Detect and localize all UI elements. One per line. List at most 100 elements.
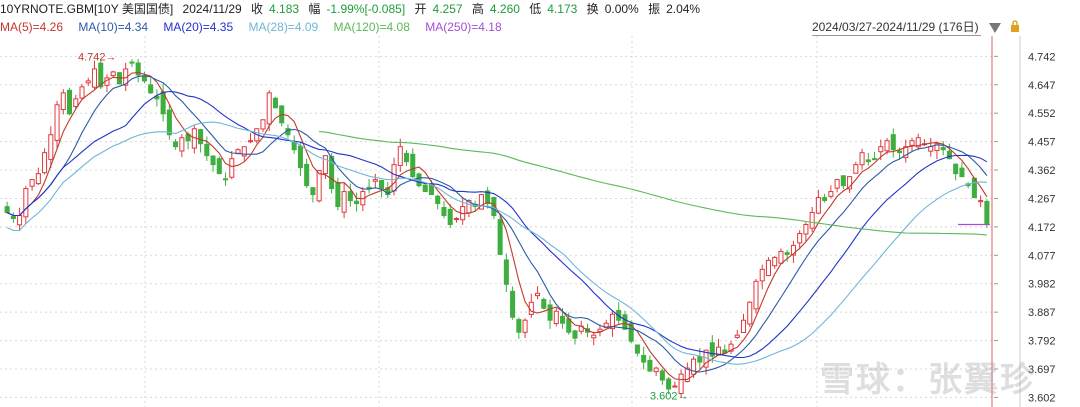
y-tick-label: 3.887	[1028, 307, 1056, 319]
candle-up	[91, 68, 98, 88]
candle-up	[772, 256, 778, 267]
watermark: 雪球：张翼珍	[820, 360, 1036, 400]
candle-down	[422, 184, 428, 193]
candle-down	[204, 143, 210, 157]
ma10-legend: MA(10)=4.34	[78, 20, 149, 34]
candle-down	[647, 359, 653, 372]
max-annotation: 4.742→	[78, 51, 117, 63]
lock-icon[interactable]	[1010, 20, 1020, 32]
quote-info-bar: 10YRNOTE.GBM[10Y 美国国债] 2024/11/29 收 4.183…	[0, 0, 1080, 18]
candle-down	[272, 97, 278, 109]
candle-down	[428, 184, 435, 196]
candle-up	[247, 140, 254, 143]
turnover-value: 0.00%	[604, 2, 639, 16]
candle-up	[672, 385, 678, 388]
candle-up	[809, 212, 815, 229]
candle-down	[497, 219, 503, 255]
change-label: 幅	[308, 2, 321, 16]
candle-down	[210, 155, 216, 166]
candle-up	[778, 250, 784, 264]
candle-down	[784, 252, 790, 255]
candle-up	[928, 146, 934, 152]
candle-up	[397, 146, 403, 166]
candle-down	[953, 163, 959, 175]
candle-down	[666, 378, 672, 390]
candle-down	[4, 206, 10, 214]
candle-down	[304, 163, 310, 187]
candle-down	[872, 158, 878, 161]
candle-down	[559, 315, 566, 324]
candle-down	[896, 150, 903, 154]
candle-down	[516, 319, 522, 333]
candle-down	[435, 195, 441, 205]
candle-down	[547, 304, 553, 321]
dropdown-arrow-icon[interactable]	[989, 23, 1001, 33]
ma-legend: MA(5)=4.26 MA(10)=4.34 MA(20)=4.35 MA(28…	[0, 18, 820, 36]
candle-down	[297, 145, 303, 169]
candle-down	[572, 330, 578, 339]
candle-down	[840, 175, 846, 187]
y-tick-label: 3.792	[1028, 336, 1056, 348]
y-tick-label: 3.982	[1028, 279, 1056, 291]
candle-up	[372, 179, 378, 182]
candle-down	[198, 129, 204, 145]
candle-down	[946, 150, 952, 160]
symbol-name: 10YRNOTE.GBM[10Y 美国国债]	[0, 2, 174, 16]
candle-up	[853, 164, 859, 174]
candle-down	[416, 173, 422, 187]
candle-up	[978, 200, 984, 203]
candle-down	[354, 200, 360, 205]
min-annotation: 3.602→	[650, 390, 689, 402]
candle-up	[48, 134, 54, 160]
ma20-legend: MA(20)=4.35	[163, 20, 234, 34]
candle-up	[834, 179, 840, 189]
candle-up	[35, 173, 41, 185]
candle-up	[110, 71, 116, 77]
candle-up	[747, 301, 753, 325]
y-tick-label: 4.267	[1028, 193, 1056, 205]
y-tick-label: 4.742	[1028, 51, 1056, 63]
candle-down	[541, 298, 547, 309]
candle-up	[884, 140, 890, 152]
candle-up	[753, 280, 759, 310]
ma250-legend: MA(250)=4.18	[425, 20, 502, 34]
candle-up	[522, 319, 528, 333]
ma28-line	[6, 121, 987, 365]
candle-down	[697, 356, 703, 363]
candle-down	[959, 167, 965, 178]
y-tick-label: 4.647	[1028, 80, 1056, 92]
y-tick-label: 4.457	[1028, 137, 1056, 149]
candle-down	[510, 290, 516, 318]
close-label: 收	[251, 2, 264, 16]
quote-date: 2024/11/29	[182, 2, 242, 16]
candle-down	[148, 84, 154, 94]
candle-up	[29, 179, 35, 187]
candle-down	[984, 200, 990, 225]
candle-down	[291, 141, 297, 151]
candle-down	[659, 370, 665, 381]
candle-up	[391, 164, 397, 192]
candle-up	[316, 170, 322, 202]
candle-up	[260, 119, 266, 130]
open-value: 4.257	[432, 2, 463, 16]
candle-up	[909, 140, 915, 146]
high-value: 4.260	[489, 2, 520, 16]
candle-down	[441, 207, 447, 217]
candle-up	[759, 268, 765, 282]
candle-down	[622, 314, 628, 330]
candle-up	[42, 152, 48, 174]
candle-up	[691, 358, 697, 375]
amplitude-value: 2.04%	[666, 2, 701, 16]
candle-up	[23, 188, 29, 218]
candle-up	[553, 310, 559, 325]
ma28-legend: MA(28)=4.09	[248, 20, 319, 34]
ma120-legend: MA(120)=4.08	[333, 20, 410, 34]
candle-down	[379, 180, 385, 190]
ma10-line	[6, 75, 988, 373]
candle-down	[216, 158, 222, 175]
candle-up	[815, 197, 821, 214]
date-range-selector[interactable]: 2024/03/27-2024/11/29 (176日)	[812, 19, 981, 36]
candle-up	[54, 104, 60, 141]
ma20-line	[6, 90, 988, 359]
ma5-legend: MA(5)=4.26	[0, 20, 64, 34]
